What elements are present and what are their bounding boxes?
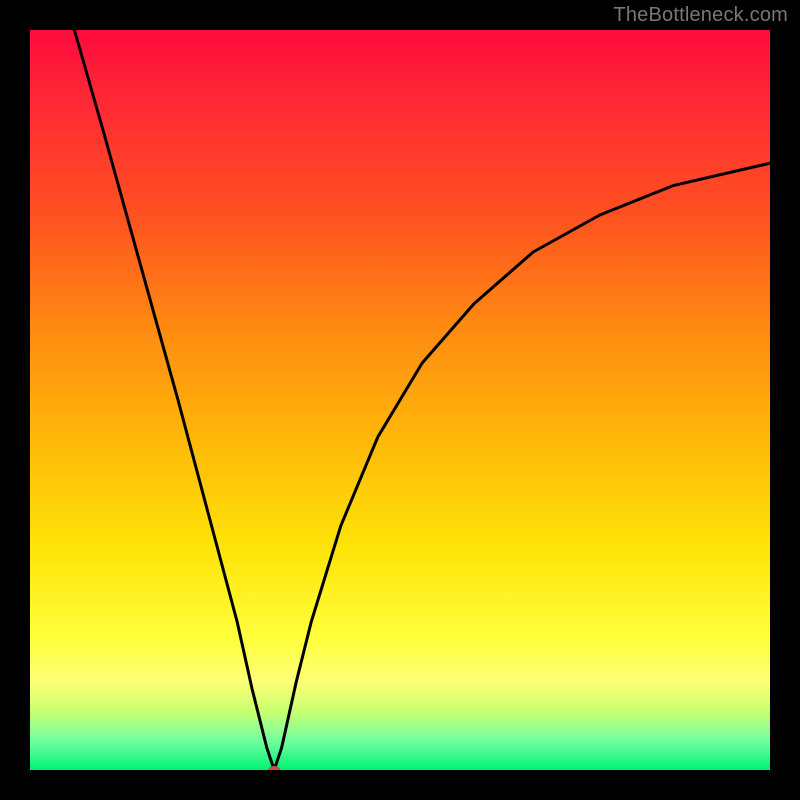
curve-path: [74, 30, 770, 770]
curve-svg: [30, 30, 770, 770]
plot-area: [30, 30, 770, 770]
watermark-text: TheBottleneck.com: [613, 4, 788, 27]
minimum-marker: [268, 766, 280, 770]
chart-frame: TheBottleneck.com: [0, 0, 800, 800]
